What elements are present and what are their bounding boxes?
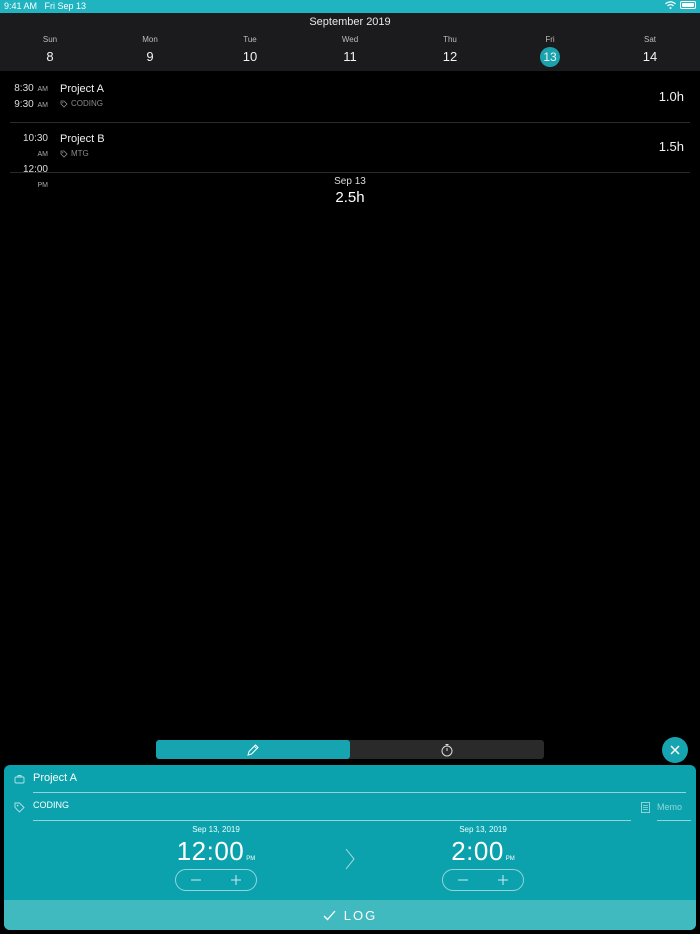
memo-field[interactable]: Memo	[641, 801, 691, 821]
close-button[interactable]	[662, 737, 688, 763]
entry-times: 8:30 AM 9:30 AM	[10, 81, 48, 113]
end-time[interactable]: 2:00 PM	[423, 836, 543, 867]
log-button-label: LOG	[343, 907, 378, 923]
day-label: Sun	[42, 35, 58, 44]
entry-duration: 1.5h	[658, 139, 684, 154]
start-date[interactable]: Sep 13, 2019	[156, 825, 276, 834]
entry-editor-panel: Project A CODING Memo Sep 13, 2019 12:00…	[4, 765, 696, 930]
status-icons	[665, 1, 696, 9]
end-ampm: PM	[505, 856, 515, 862]
start-increment-button[interactable]	[216, 870, 256, 890]
timer-mode-button[interactable]	[350, 740, 544, 759]
end-time-block: Sep 13, 2019 2:00 PM	[423, 825, 543, 891]
entry-start: 10:30	[22, 133, 48, 144]
entry-tag-label: MTG	[71, 149, 89, 158]
stopwatch-icon	[441, 743, 453, 756]
day-number: 8	[46, 49, 54, 64]
entry-tag: CODING	[60, 99, 103, 108]
end-decrement-button[interactable]	[443, 870, 483, 890]
log-button[interactable]: LOG	[4, 900, 696, 930]
tag-icon	[14, 802, 25, 813]
day-thu[interactable]: Thu 12	[400, 35, 500, 67]
day-number: 10	[242, 49, 258, 64]
status-date: Fri Sep 13	[44, 1, 87, 11]
day-number: 9	[146, 49, 154, 64]
document-icon	[641, 802, 650, 813]
battery-icon	[680, 1, 696, 9]
minus-icon	[191, 879, 201, 881]
minus-icon	[458, 879, 468, 881]
day-sat[interactable]: Sat 14	[600, 35, 700, 67]
start-ampm: PM	[246, 856, 256, 862]
memo-placeholder: Memo	[657, 802, 683, 812]
project-field[interactable]: Project A	[4, 765, 696, 793]
divider	[657, 820, 691, 821]
tag-icon	[60, 150, 68, 158]
end-time-value: 2:00	[451, 836, 504, 866]
tag-icon	[60, 100, 68, 108]
manual-entry-mode-button[interactable]	[156, 740, 350, 759]
briefcase-icon	[14, 775, 25, 784]
day-number: 12	[442, 49, 458, 64]
status-time-date: 9:41 AM Fri Sep 13	[4, 0, 86, 13]
entry-end: 9:30	[14, 99, 34, 110]
mode-toggle	[156, 740, 544, 759]
start-time-stepper	[175, 869, 257, 891]
day-label: Sat	[643, 35, 656, 44]
day-label: Thu	[443, 35, 457, 44]
entry-project: Project A	[60, 83, 105, 95]
start-time-value: 12:00	[176, 836, 245, 866]
close-icon	[670, 745, 680, 755]
day-wed[interactable]: Wed 11	[300, 35, 400, 67]
end-increment-button[interactable]	[483, 870, 523, 890]
week-calendar: September 2019 Sun 8 Mon 9 Tue 10 Wed 11 Thu…	[0, 13, 700, 71]
status-bar: 9:41 AM Fri Sep 13	[0, 0, 700, 13]
day-label: Wed	[341, 35, 359, 44]
week-days: Sun 8 Mon 9 Tue 10 Wed 11 Thu 12 Fri 13 Sat 14	[0, 35, 700, 67]
start-time[interactable]: 12:00 PM	[156, 836, 276, 867]
entry-start: 8:30	[14, 83, 34, 94]
plus-icon	[231, 875, 241, 885]
month-title: September 2019	[309, 16, 391, 28]
entry-end-ampm: AM	[37, 102, 49, 109]
day-tue[interactable]: Tue 10	[200, 35, 300, 67]
day-summary: Sep 13 2.5h	[0, 176, 700, 206]
wifi-icon	[665, 1, 676, 9]
tag-name: CODING	[33, 800, 69, 810]
entry-duration: 1.0h	[658, 89, 684, 104]
summary-date: Sep 13	[334, 176, 366, 187]
chevron-right-icon	[345, 848, 355, 870]
end-date[interactable]: Sep 13, 2019	[423, 825, 543, 834]
day-label: Tue	[243, 35, 257, 44]
summary-total: 2.5h	[335, 189, 365, 206]
day-fri-selected[interactable]: Fri 13	[500, 35, 600, 67]
day-mon[interactable]: Mon 9	[100, 35, 200, 67]
start-decrement-button[interactable]	[176, 870, 216, 890]
entry-start-ampm: AM	[37, 86, 49, 93]
entry-tag: MTG	[60, 149, 89, 158]
checkmark-icon	[323, 910, 336, 920]
end-time-stepper	[442, 869, 524, 891]
entry-end: 12:00	[22, 164, 48, 175]
day-label: Mon	[142, 35, 158, 44]
tag-field[interactable]: CODING	[4, 793, 634, 821]
time-entry[interactable]: 8:30 AM 9:30 AM Project A CODING 1.0h	[10, 72, 690, 123]
day-number: 14	[642, 49, 658, 64]
start-time-block: Sep 13, 2019 12:00 PM	[156, 825, 276, 891]
time-entry[interactable]: 10:30 AM 12:00 PM Project B MTG 1.5h	[10, 122, 690, 189]
status-time: 9:41 AM	[4, 1, 38, 11]
project-name: Project A	[33, 772, 78, 784]
day-label: Fri	[545, 35, 555, 44]
day-number: 11	[343, 49, 357, 64]
plus-icon	[498, 875, 508, 885]
day-number: 13	[540, 47, 560, 67]
day-sun[interactable]: Sun 8	[0, 35, 100, 67]
pencil-icon	[247, 743, 259, 756]
divider	[33, 820, 631, 821]
entry-project: Project B	[60, 133, 105, 145]
entry-start-ampm: AM	[37, 151, 49, 158]
entry-tag-label: CODING	[71, 99, 103, 108]
